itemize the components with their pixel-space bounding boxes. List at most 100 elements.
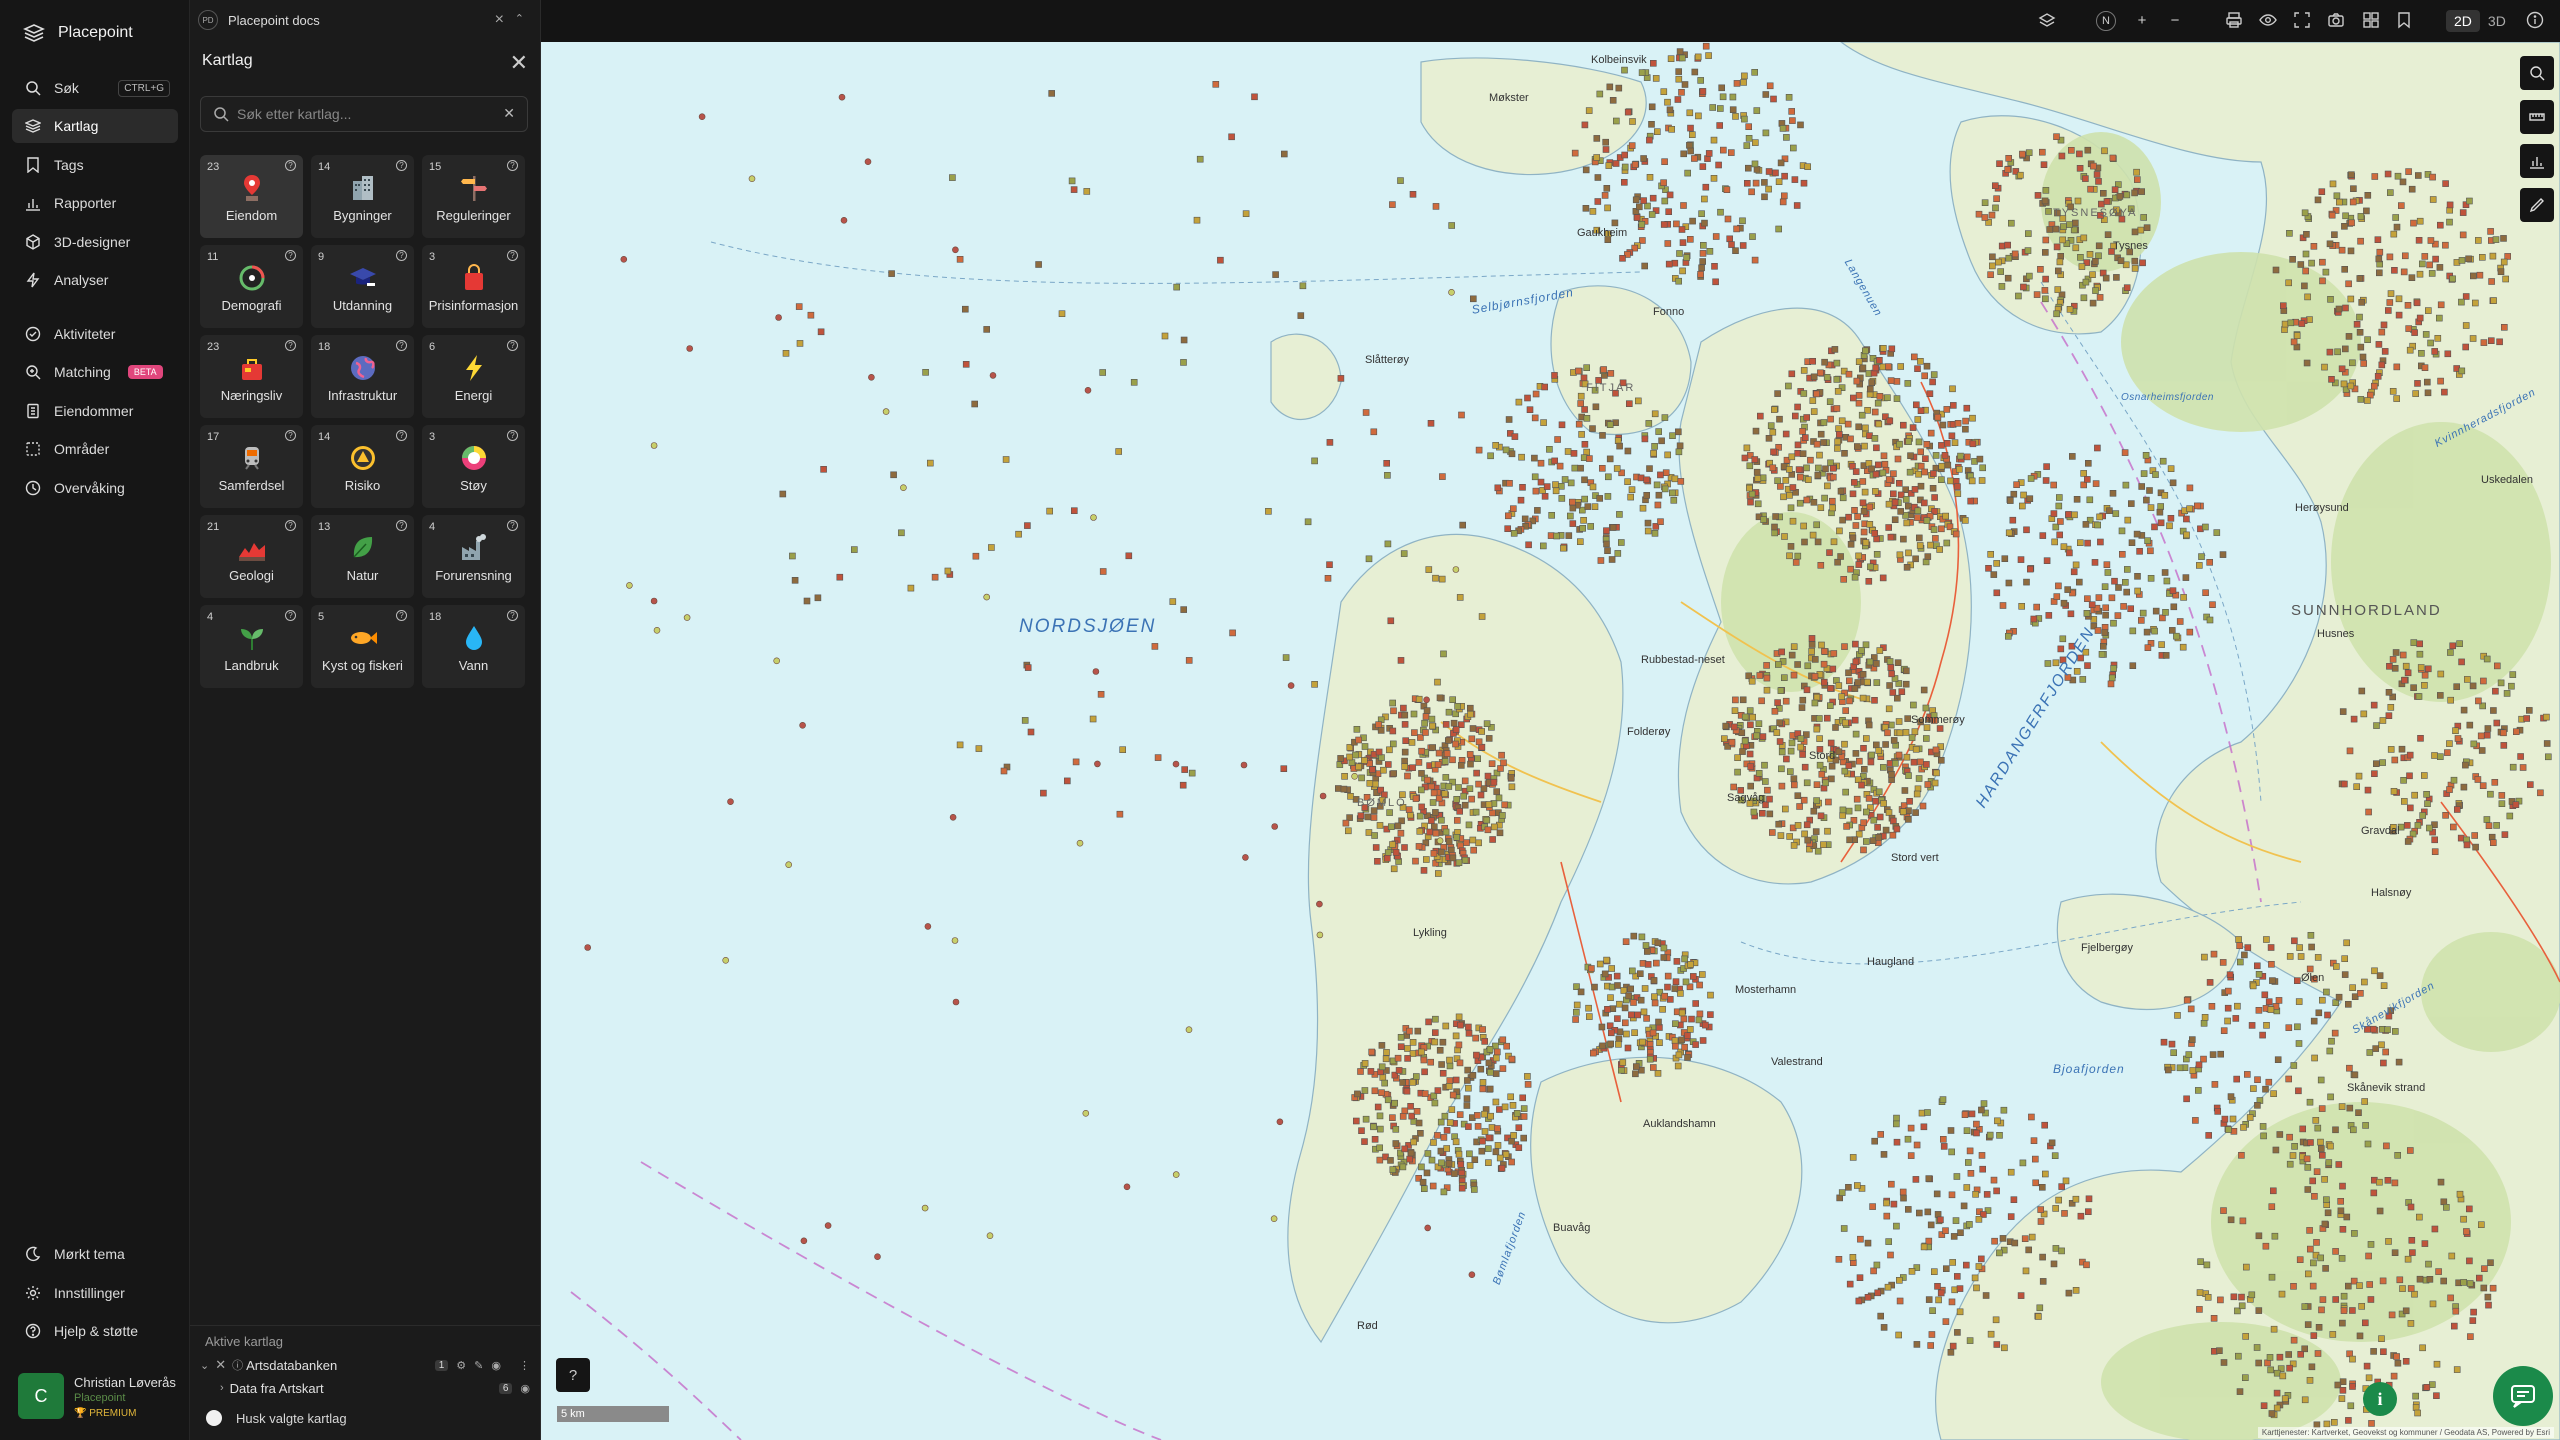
- observation-marker[interactable]: [1484, 772, 1492, 780]
- observation-marker[interactable]: [2224, 1017, 2231, 1025]
- observation-marker[interactable]: [1434, 1132, 1441, 1139]
- observation-marker[interactable]: [1862, 539, 1870, 546]
- observation-marker[interactable]: [2406, 346, 2414, 354]
- observation-marker[interactable]: [2183, 515, 2190, 523]
- observation-marker[interactable]: [1695, 1016, 1703, 1024]
- observation-marker[interactable]: [2306, 1377, 2314, 1384]
- observation-marker[interactable]: [2421, 364, 2429, 372]
- observation-marker[interactable]: [1672, 1042, 1679, 1050]
- observation-marker[interactable]: [2304, 293, 2311, 301]
- observation-marker[interactable]: [2238, 1293, 2245, 1301]
- observation-marker[interactable]: [1409, 764, 1416, 772]
- observation-marker[interactable]: [650, 597, 658, 605]
- observation-marker[interactable]: [1994, 1117, 2001, 1125]
- observation-marker[interactable]: [1543, 483, 1551, 490]
- observation-marker[interactable]: [1473, 1051, 1480, 1059]
- observation-marker[interactable]: [2285, 1024, 2293, 1032]
- observation-marker[interactable]: [1397, 657, 1405, 664]
- observation-marker[interactable]: [1944, 439, 1951, 447]
- observation-marker[interactable]: [1744, 180, 1751, 187]
- observation-marker[interactable]: [1646, 465, 1653, 472]
- observation-marker[interactable]: [2082, 521, 2090, 528]
- observation-marker[interactable]: [1505, 416, 1513, 423]
- observation-marker[interactable]: [1759, 809, 1766, 817]
- observation-marker[interactable]: [1337, 375, 1345, 382]
- observation-marker[interactable]: [2010, 1196, 2018, 1203]
- observation-marker[interactable]: [1873, 660, 1880, 667]
- observation-marker[interactable]: [824, 1222, 832, 1229]
- observation-marker[interactable]: [1675, 1051, 1683, 1059]
- observation-marker[interactable]: [1741, 454, 1749, 462]
- observation-marker[interactable]: [1615, 1040, 1622, 1048]
- nav-item-dark-theme[interactable]: Mørkt tema: [12, 1237, 178, 1271]
- observation-marker[interactable]: [683, 614, 691, 621]
- observation-marker[interactable]: [2102, 604, 2109, 612]
- observation-marker[interactable]: [1667, 996, 1674, 1003]
- observation-marker[interactable]: [2042, 275, 2049, 283]
- observation-marker[interactable]: [1425, 566, 1433, 573]
- observation-marker[interactable]: [2424, 389, 2432, 397]
- observation-marker[interactable]: [1575, 420, 1583, 428]
- observation-marker[interactable]: [1896, 551, 1904, 559]
- observation-marker[interactable]: [1787, 747, 1795, 755]
- observation-marker[interactable]: [2080, 481, 2087, 489]
- observation-marker[interactable]: [1809, 531, 1817, 539]
- observation-marker[interactable]: [1712, 233, 1720, 240]
- observation-marker[interactable]: [1477, 1065, 1485, 1073]
- observation-marker[interactable]: [1886, 417, 1894, 425]
- observation-marker[interactable]: [1672, 1020, 1679, 1028]
- observation-marker[interactable]: [2485, 822, 2493, 830]
- observation-marker[interactable]: [2462, 343, 2469, 351]
- observation-marker[interactable]: [2324, 1209, 2332, 1217]
- observation-marker[interactable]: [1383, 854, 1391, 862]
- observation-marker[interactable]: [2353, 320, 2361, 328]
- observation-marker[interactable]: [1884, 394, 1891, 402]
- observation-marker[interactable]: [2365, 808, 2372, 816]
- observation-marker[interactable]: [1449, 854, 1457, 862]
- observation-marker[interactable]: [2060, 543, 2068, 551]
- observation-marker[interactable]: [2263, 1021, 2270, 1029]
- observation-marker[interactable]: [2068, 147, 2075, 154]
- observation-marker[interactable]: [1794, 822, 1802, 829]
- observation-marker[interactable]: [1407, 1149, 1415, 1157]
- observation-marker[interactable]: [2502, 275, 2509, 283]
- observation-marker[interactable]: [1130, 378, 1138, 386]
- observation-marker[interactable]: [1750, 808, 1758, 816]
- info-icon[interactable]: [2525, 11, 2545, 31]
- observation-marker[interactable]: [1751, 256, 1759, 264]
- observation-marker[interactable]: [1804, 836, 1811, 844]
- observation-marker[interactable]: [2427, 339, 2434, 347]
- observation-marker[interactable]: [1569, 520, 1577, 527]
- observation-marker[interactable]: [1890, 1200, 1898, 1208]
- observation-marker[interactable]: [2266, 1354, 2274, 1361]
- observation-marker[interactable]: [1489, 809, 1496, 817]
- observation-marker[interactable]: [1893, 378, 1901, 385]
- observation-marker[interactable]: [1375, 721, 1382, 729]
- observation-marker[interactable]: [1929, 484, 1937, 492]
- observation-marker[interactable]: [1484, 826, 1492, 834]
- observation-marker[interactable]: [1913, 401, 1920, 409]
- observation-marker[interactable]: [1481, 1110, 1488, 1118]
- observation-marker[interactable]: [1614, 1015, 1621, 1022]
- observation-marker[interactable]: [2042, 295, 2049, 303]
- observation-marker[interactable]: [2440, 1277, 2447, 1285]
- observation-marker[interactable]: [1601, 970, 1609, 978]
- observation-marker[interactable]: [2338, 1103, 2346, 1110]
- observation-marker[interactable]: [1803, 414, 1810, 421]
- observation-marker[interactable]: [1600, 366, 1607, 373]
- observation-marker[interactable]: [1853, 795, 1861, 803]
- observation-marker[interactable]: [2134, 587, 2141, 595]
- observation-marker[interactable]: [1697, 77, 1704, 84]
- observation-marker[interactable]: [2054, 286, 2062, 293]
- observation-marker[interactable]: [1794, 661, 1801, 668]
- observation-marker[interactable]: [2537, 789, 2544, 797]
- observation-marker[interactable]: [2242, 1374, 2249, 1381]
- observation-marker[interactable]: [2206, 979, 2214, 986]
- observation-marker[interactable]: [1621, 163, 1629, 171]
- observation-marker[interactable]: [1763, 686, 1771, 694]
- observation-marker[interactable]: [2042, 236, 2050, 244]
- observation-marker[interactable]: [1397, 177, 1404, 184]
- observation-marker[interactable]: [2028, 1233, 2036, 1241]
- observation-marker[interactable]: [2232, 1015, 2240, 1022]
- nav-item-tags[interactable]: Tags: [12, 148, 178, 182]
